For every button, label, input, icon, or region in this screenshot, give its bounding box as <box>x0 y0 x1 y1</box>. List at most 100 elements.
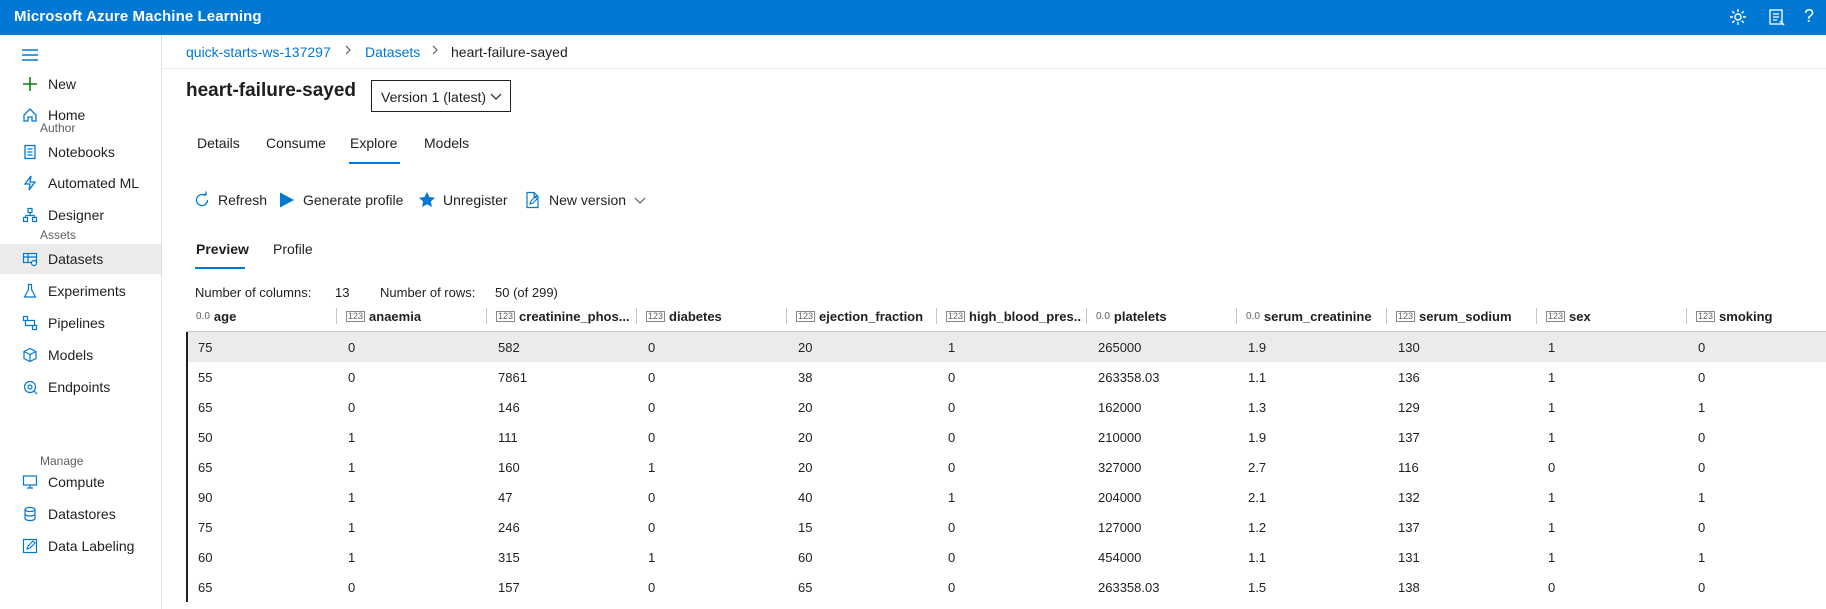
column-header[interactable]: 0.0 age <box>196 301 332 331</box>
column-header[interactable]: 123 anaemia <box>346 301 482 331</box>
table-cell: 246 <box>498 520 520 535</box>
tab-explore[interactable]: Explore <box>350 135 397 151</box>
table-row[interactable]: 65 0 157 0 65 0 263358.03 1.5 138 0 0 <box>188 572 1826 602</box>
tab-details[interactable]: Details <box>197 135 240 151</box>
table-cell: 38 <box>798 370 813 385</box>
nav-datastores[interactable]: Datastores <box>0 499 161 529</box>
version-dropdown[interactable]: Version 1 (latest) <box>371 80 511 112</box>
table-cell: 1 <box>1548 550 1556 565</box>
table-cell: 40 <box>798 490 813 505</box>
nav-automated-ml[interactable]: Automated ML <box>0 168 161 198</box>
table-row[interactable]: 75 0 582 0 20 1 265000 1.9 130 1 0 <box>188 332 1826 362</box>
table-cell: 138 <box>1398 580 1420 595</box>
table-cell: 162000 <box>1098 400 1142 415</box>
table-cell: 0 <box>948 520 956 535</box>
nav-automated-ml-label: Automated ML <box>48 175 140 191</box>
table-cell: 1 <box>348 430 356 445</box>
table-row[interactable]: 60 1 315 1 60 0 454000 1.1 131 1 1 <box>188 542 1826 572</box>
breadcrumb-workspace[interactable]: quick-starts-ws-137297 <box>186 44 331 60</box>
column-divider[interactable] <box>936 308 937 324</box>
nav-designer[interactable]: Designer <box>0 200 161 230</box>
endpoint-icon <box>21 378 39 396</box>
help-icon[interactable]: ? <box>1804 6 1824 26</box>
unregister-button[interactable]: Unregister <box>418 188 508 212</box>
column-header-label: smoking <box>1719 308 1773 324</box>
notebook-icon <box>21 143 39 161</box>
tab-models[interactable]: Models <box>424 135 469 151</box>
label-edit-icon <box>21 537 39 555</box>
nav-datastores-label: Datastores <box>48 506 116 522</box>
version-dropdown-value: Version 1 (latest) <box>381 89 487 105</box>
table-row[interactable]: 65 1 160 1 20 0 327000 2.7 116 0 0 <box>188 452 1826 482</box>
generate-profile-label: Generate profile <box>303 192 404 208</box>
column-divider[interactable] <box>786 308 787 324</box>
nav-notebooks[interactable]: Notebooks <box>0 137 161 167</box>
column-header[interactable]: 123 creatinine_phos... <box>496 301 632 331</box>
flask-icon <box>21 282 39 300</box>
gear-icon[interactable] <box>1728 7 1748 27</box>
column-header[interactable]: 123 sex <box>1546 301 1682 331</box>
table-cell: 55 <box>198 370 213 385</box>
column-divider[interactable] <box>1386 308 1387 324</box>
nav-compute-label: Compute <box>48 474 105 490</box>
decimal-type-icon: 0.0 <box>1246 310 1260 322</box>
table-cell: 1 <box>1548 400 1556 415</box>
column-header[interactable]: 123 smoking <box>1696 301 1826 331</box>
column-divider[interactable] <box>1686 308 1687 324</box>
generate-profile-button[interactable]: Generate profile <box>278 188 403 212</box>
table-cell: 137 <box>1398 430 1420 445</box>
nav-new[interactable]: New <box>0 69 161 99</box>
table-row[interactable]: 65 0 146 0 20 0 162000 1.3 129 1 1 <box>188 392 1826 422</box>
breadcrumb-datasets[interactable]: Datasets <box>365 44 420 60</box>
columns-count-value: 13 <box>335 285 350 300</box>
column-header[interactable]: 123 serum_sodium <box>1396 301 1532 331</box>
nav-datasets[interactable]: Datasets <box>0 244 161 274</box>
column-divider[interactable] <box>636 308 637 324</box>
table-cell: 111 <box>498 430 518 445</box>
top-bar: Microsoft Azure Machine Learning ? <box>0 0 1826 35</box>
refresh-button[interactable]: Refresh <box>193 188 267 212</box>
column-header[interactable]: 123 ejection_fraction <box>796 301 932 331</box>
nav-endpoints[interactable]: Endpoints <box>0 372 161 402</box>
tab-consume[interactable]: Consume <box>266 135 326 151</box>
nav-compute[interactable]: Compute <box>0 467 161 497</box>
nav-new-label: New <box>48 76 77 92</box>
new-version-label: New version <box>549 192 627 208</box>
subtab-profile[interactable]: Profile <box>273 241 313 257</box>
table-cell: 1 <box>1698 550 1706 565</box>
plus-icon <box>21 75 39 93</box>
table-cell: 0 <box>1548 460 1556 475</box>
table-cell: 0 <box>948 400 956 415</box>
column-header[interactable]: 0.0 platelets <box>1096 301 1232 331</box>
table-cell: 0 <box>1698 430 1706 445</box>
column-header[interactable]: 0.0 serum_creatinine <box>1246 301 1382 331</box>
table-row[interactable]: 90 1 47 0 40 1 204000 2.1 132 1 1 <box>188 482 1826 512</box>
column-divider[interactable] <box>1236 308 1237 324</box>
nav-models[interactable]: Models <box>0 340 161 370</box>
feedback-icon[interactable] <box>1767 7 1787 27</box>
column-header[interactable]: 123 diabetes <box>646 301 782 331</box>
app-title[interactable]: Microsoft Azure Machine Learning <box>14 8 262 25</box>
section-author: Author <box>40 121 76 135</box>
nav-experiments[interactable]: Experiments <box>0 276 161 306</box>
column-divider[interactable] <box>336 308 337 324</box>
column-header[interactable]: 123 high_blood_pres... <box>946 301 1082 331</box>
table-cell: 263358.03 <box>1098 580 1160 595</box>
table-cell: 130 <box>1398 340 1420 355</box>
column-divider[interactable] <box>1086 308 1087 324</box>
new-version-button[interactable]: New version <box>524 188 646 212</box>
home-icon <box>21 106 39 124</box>
nav-home[interactable]: Home <box>0 100 161 130</box>
column-divider[interactable] <box>1536 308 1537 324</box>
column-divider[interactable] <box>486 308 487 324</box>
nav-data-labeling[interactable]: Data Labeling <box>0 531 161 561</box>
nav-datasets-label: Datasets <box>48 251 104 267</box>
table-row[interactable]: 75 1 246 0 15 0 127000 1.2 137 1 0 <box>188 512 1826 542</box>
hamburger-menu-icon[interactable] <box>21 46 39 64</box>
table-row[interactable]: 55 0 7861 0 38 0 263358.03 1.1 136 1 0 <box>188 362 1826 392</box>
nav-pipelines[interactable]: Pipelines <box>0 308 161 338</box>
table-cell: 0 <box>648 490 656 505</box>
subtab-preview[interactable]: Preview <box>196 241 249 257</box>
table-cell: 137 <box>1398 520 1420 535</box>
table-row[interactable]: 50 1 111 0 20 0 210000 1.9 137 1 0 <box>188 422 1826 452</box>
